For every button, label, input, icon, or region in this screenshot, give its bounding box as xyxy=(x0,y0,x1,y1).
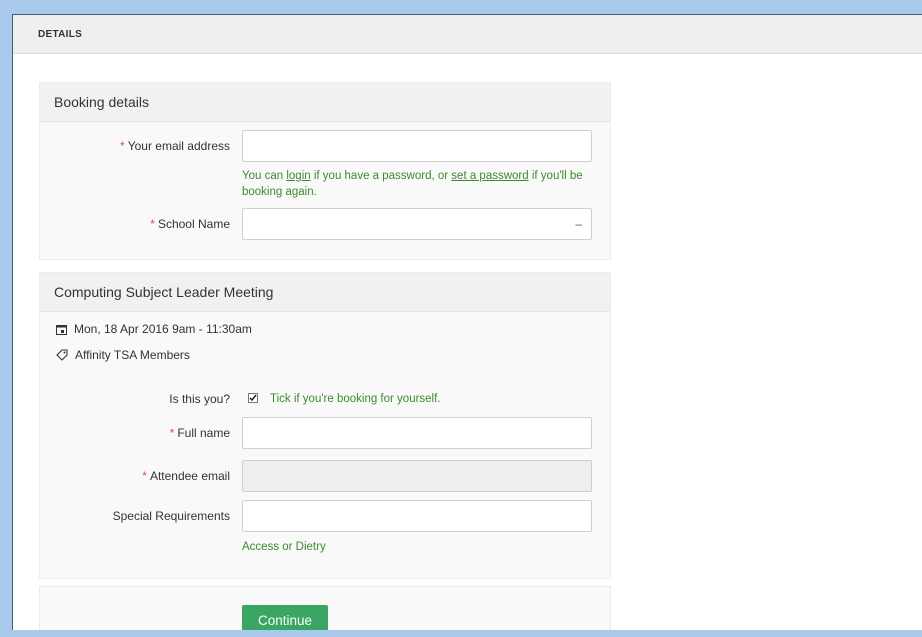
event-title: Computing Subject Leader Meeting xyxy=(54,284,274,300)
full-name-label: * Full name xyxy=(169,426,230,440)
special-requirements-help: Access or Dietry xyxy=(242,541,326,553)
special-requirements-input[interactable] xyxy=(242,500,592,532)
booking-details-panel: Booking details * Your email address You … xyxy=(39,82,611,260)
email-label: * Your email address xyxy=(120,139,230,153)
login-link[interactable]: login xyxy=(286,170,310,182)
attendee-email-label: * Attendee email xyxy=(142,469,230,483)
actions-panel: Continue xyxy=(39,586,611,630)
event-panel: Computing Subject Leader Meeting Mon, 18… xyxy=(39,272,611,579)
is-you-checkbox[interactable] xyxy=(248,393,258,403)
email-help: You can login if you have a password, or… xyxy=(242,170,583,198)
set-password-link[interactable]: set a password xyxy=(451,170,528,182)
tag-icon xyxy=(56,349,68,361)
booking-details-title: Booking details xyxy=(54,94,149,110)
event-heading: Computing Subject Leader Meeting xyxy=(40,273,610,312)
email-input[interactable] xyxy=(242,130,592,162)
details-header: DETAILS xyxy=(13,15,922,54)
calendar-icon xyxy=(56,324,67,335)
special-requirements-label: Special Requirements xyxy=(112,509,230,523)
booking-details-heading: Booking details xyxy=(40,83,610,122)
continue-button[interactable]: Continue xyxy=(242,605,328,630)
details-title: DETAILS xyxy=(38,28,83,40)
event-datetime: Mon, 18 Apr 2016 9am - 11:30am xyxy=(56,322,252,336)
attendee-email-input[interactable] xyxy=(242,460,592,492)
page-frame: DETAILS Booking details * Your email addr… xyxy=(12,14,922,630)
is-you-help: Tick if you're booking for yourself. xyxy=(270,393,441,405)
event-ticket: Affinity TSA Members xyxy=(56,348,190,362)
is-you-label: Is this you? xyxy=(169,392,230,406)
full-name-input[interactable] xyxy=(242,417,592,449)
school-label: * School Name xyxy=(150,217,230,231)
school-select[interactable]: – xyxy=(242,208,592,240)
chevron-down-icon: – xyxy=(575,217,582,231)
check-icon xyxy=(249,394,257,402)
